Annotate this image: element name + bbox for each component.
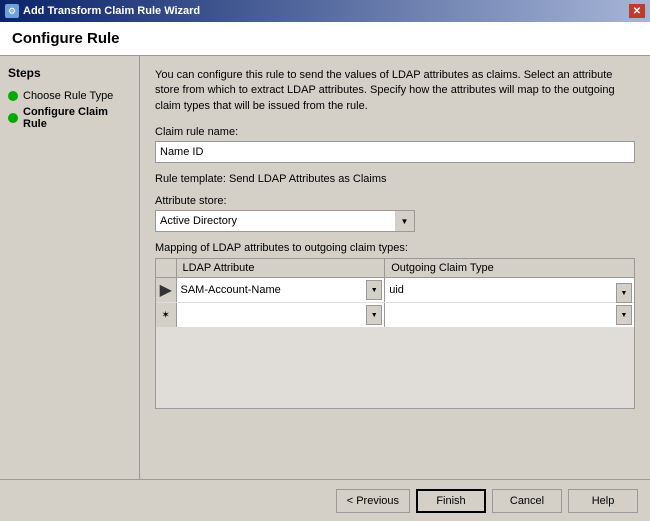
attribute-store-select[interactable]: Active Directory (155, 210, 415, 232)
help-button[interactable]: Help (568, 489, 638, 513)
main-window: Configure Rule Steps Choose Rule Type Co… (0, 22, 650, 521)
attribute-store-label: Attribute store: (155, 195, 635, 207)
cancel-button[interactable]: Cancel (492, 489, 562, 513)
new-outgoing-wrapper: ▼ (387, 305, 632, 325)
mapping-table-container: LDAP Attribute Outgoing Claim Type ▶ (155, 258, 635, 409)
ldap-attribute-cell[interactable]: SAM-Account-Name ▼ (176, 278, 385, 303)
claim-rule-name-group: Claim rule name: (155, 126, 635, 163)
page-title-bar: Configure Rule (0, 22, 650, 56)
attribute-store-group: Attribute store: Active Directory ▼ (155, 195, 635, 232)
sidebar-item-label: Configure Claim Rule (23, 106, 131, 130)
previous-button[interactable]: < Previous (336, 489, 410, 513)
outgoing-claim-type-cell[interactable]: ▼ (385, 278, 634, 303)
mapping-table: LDAP Attribute Outgoing Claim Type ▶ (156, 259, 634, 408)
new-ldap-cell[interactable]: ▼ (176, 303, 385, 328)
new-ldap-select-wrapper: ▼ (179, 305, 383, 325)
content-area: Steps Choose Rule Type Configure Claim R… (0, 56, 650, 479)
finish-button[interactable]: Finish (416, 489, 486, 513)
th-indicator (156, 259, 176, 278)
table-row: ▶ SAM-Account-Name ▼ (156, 278, 634, 303)
sidebar-item-configure-claim-rule[interactable]: Configure Claim Rule (8, 104, 131, 132)
outgoing-claim-input[interactable] (387, 283, 632, 297)
sidebar: Steps Choose Rule Type Configure Claim R… (0, 56, 140, 479)
attribute-store-wrapper: Active Directory ▼ (155, 210, 415, 232)
claim-rule-name-label: Claim rule name: (155, 126, 635, 138)
new-row-star-icon: ✶ (162, 310, 170, 321)
ldap-attribute-select[interactable]: SAM-Account-Name (179, 280, 383, 300)
outgoing-claim-select-wrapper: ▼ (387, 283, 632, 297)
claim-rule-name-input[interactable] (155, 141, 635, 163)
th-outgoing-claim-type: Outgoing Claim Type (385, 259, 634, 278)
rule-template: Rule template: Send LDAP Attributes as C… (155, 173, 635, 185)
th-ldap-attribute: LDAP Attribute (176, 259, 385, 278)
title-bar-left: ⚙ Add Transform Claim Rule Wizard (5, 4, 200, 18)
sidebar-item-choose-rule-type[interactable]: Choose Rule Type (8, 88, 131, 104)
sidebar-item-label: Choose Rule Type (23, 90, 113, 102)
footer: < Previous Finish Cancel Help (0, 479, 650, 521)
new-row: ✶ ▼ (156, 303, 634, 328)
title-bar: ⚙ Add Transform Claim Rule Wizard ✕ (0, 0, 650, 22)
window-title: Add Transform Claim Rule Wizard (23, 5, 200, 17)
new-outgoing-cell[interactable]: ▼ (385, 303, 634, 328)
main-content: You can configure this rule to send the … (140, 56, 650, 479)
wizard-icon: ⚙ (5, 4, 19, 18)
table-header-row: LDAP Attribute Outgoing Claim Type (156, 259, 634, 278)
sidebar-title: Steps (8, 66, 131, 80)
new-row-indicator-cell: ✶ (156, 303, 176, 328)
mapping-group: Mapping of LDAP attributes to outgoing c… (155, 242, 635, 409)
ldap-attribute-select-wrapper: SAM-Account-Name ▼ (179, 280, 383, 300)
row-active-indicator: ▶ (160, 282, 172, 299)
description: You can configure this rule to send the … (155, 68, 635, 114)
close-button[interactable]: ✕ (629, 4, 645, 18)
step-indicator (8, 91, 18, 101)
step-indicator (8, 113, 18, 123)
new-outgoing-select[interactable] (387, 305, 632, 325)
empty-rows (156, 328, 634, 408)
page-title: Configure Rule (12, 30, 638, 47)
new-ldap-select[interactable] (179, 305, 383, 325)
row-indicator-cell: ▶ (156, 278, 176, 303)
mapping-label: Mapping of LDAP attributes to outgoing c… (155, 242, 635, 254)
